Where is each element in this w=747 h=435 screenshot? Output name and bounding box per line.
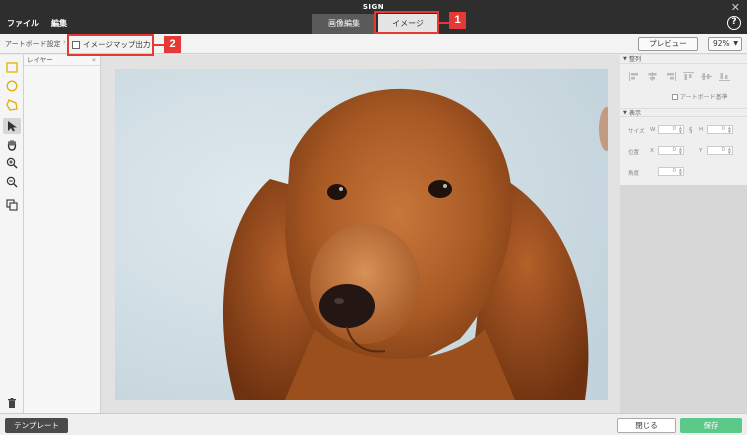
callout-number-1: 1 — [449, 12, 466, 29]
zoom-in-icon[interactable] — [3, 155, 21, 171]
spinner-icon[interactable]: ▲ ▼ — [728, 126, 731, 134]
align-left-icon[interactable] — [629, 72, 640, 81]
layers-title: レイヤー — [27, 56, 53, 64]
artboard-base-label: アートボード基準 — [680, 94, 728, 101]
y-label: Y — [699, 148, 703, 154]
triangle-down-icon: ▼ — [623, 56, 627, 62]
align-bottom-icon[interactable] — [719, 72, 730, 81]
tab-image-edit[interactable]: 画像編集 — [312, 14, 376, 34]
h-label: H — [699, 127, 704, 133]
zoom-out-icon[interactable] — [3, 174, 21, 190]
menu-edit[interactable]: 編集 — [51, 18, 67, 29]
width-value: 0 — [672, 126, 677, 132]
spinner-icon[interactable]: ▲ ▼ — [679, 147, 682, 155]
artboard-base-option[interactable]: アートボード基準 — [672, 92, 728, 101]
tool-strip — [0, 55, 24, 413]
help-icon[interactable]: ? — [727, 16, 741, 30]
save-button[interactable]: 保存 — [680, 418, 742, 433]
template-button[interactable]: テンプレート — [5, 418, 68, 433]
callout-number-2: 2 — [164, 36, 181, 53]
callout-line-2 — [154, 44, 164, 46]
zoom-value: 92% — [713, 39, 730, 48]
align-buttons — [629, 72, 730, 81]
polygon-tool-icon[interactable] — [3, 97, 21, 113]
callout-box-2 — [67, 34, 154, 56]
height-input[interactable]: 0 ▲ ▼ — [707, 125, 733, 134]
ellipse-tool-icon[interactable] — [3, 78, 21, 94]
width-input[interactable]: 0 ▲ ▼ — [658, 125, 684, 134]
collapse-icon[interactable]: « — [92, 55, 96, 65]
properties-inner: ▼ 整列 アートボード基準 ▼ 表示 サイズ W 0 ▲ ▼ § H 0 ▲ ▼ 位置 … — [620, 55, 747, 185]
menu-bar: ファイル 編集 — [7, 18, 67, 29]
align-middle-icon[interactable] — [701, 72, 712, 81]
spinner-icon[interactable]: ▲ ▼ — [679, 168, 682, 176]
artboard-base-checkbox[interactable] — [672, 93, 678, 100]
artboard-photo[interactable] — [115, 69, 608, 400]
position-label: 位置 — [628, 150, 640, 156]
w-label: W — [650, 127, 656, 133]
callout-box-1 — [374, 11, 439, 34]
align-center-h-icon[interactable] — [647, 72, 658, 81]
spinner-icon[interactable]: ▲ ▼ — [679, 126, 682, 134]
layers-panel: レイヤー « — [24, 55, 101, 413]
x-value: 0 — [672, 147, 677, 153]
select-arrow-icon[interactable] — [3, 118, 21, 134]
x-input[interactable]: 0 ▲ ▼ — [658, 146, 684, 155]
angle-value: 0 — [672, 168, 677, 174]
y-input[interactable]: 0 ▲ ▼ — [707, 146, 733, 155]
properties-panel: ▼ 整列 アートボード基準 ▼ 表示 サイズ W 0 ▲ ▼ § H 0 ▲ ▼ 位置 … — [620, 55, 747, 413]
chevron-down-icon: ▼ — [733, 40, 738, 47]
close-button[interactable]: 閉じる — [617, 418, 676, 433]
display-section-header[interactable]: ▼ 表示 — [620, 108, 747, 117]
trash-icon[interactable] — [3, 395, 21, 411]
hand-tool-icon[interactable] — [3, 137, 21, 153]
align-top-icon[interactable] — [683, 72, 694, 81]
artboard-settings-link[interactable]: アートボード設定 — [5, 39, 61, 49]
app-title: SIGN — [362, 3, 385, 11]
align-section-header[interactable]: ▼ 整列 — [620, 55, 747, 64]
close-icon[interactable]: ✕ — [731, 1, 740, 14]
rectangle-tool-icon[interactable] — [3, 59, 21, 75]
link-icon[interactable]: § — [689, 126, 693, 134]
dog-photo-image — [115, 69, 608, 400]
duplicate-icon[interactable] — [3, 197, 21, 213]
angle-label: 角度 — [628, 171, 640, 177]
x-label: X — [650, 148, 654, 154]
bottom-bar: テンプレート 閉じる 保存 — [0, 413, 747, 435]
spinner-icon[interactable]: ▲ ▼ — [728, 147, 731, 155]
zoom-select[interactable]: 92% ▼ — [708, 37, 742, 51]
align-title: 整列 — [629, 56, 642, 63]
y-value: 0 — [721, 147, 726, 153]
menu-file[interactable]: ファイル — [7, 18, 39, 29]
size-label: サイズ — [628, 129, 645, 135]
angle-input[interactable]: 0 ▲ ▼ — [658, 167, 684, 176]
layers-header: レイヤー « — [24, 55, 100, 66]
callout-line-1 — [439, 22, 449, 24]
canvas-area[interactable] — [101, 55, 620, 413]
align-right-icon[interactable] — [665, 72, 676, 81]
triangle-down-icon: ▼ — [623, 110, 627, 116]
chevron-right-icon: › — [63, 38, 66, 46]
height-value: 0 — [721, 126, 726, 132]
preview-button[interactable]: プレビュー — [638, 37, 698, 51]
display-title: 表示 — [629, 110, 642, 117]
